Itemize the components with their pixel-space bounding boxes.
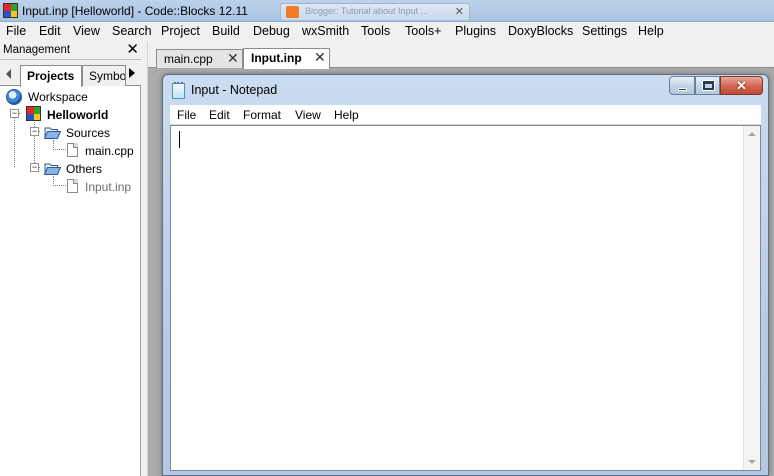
menu-project[interactable]: Project bbox=[161, 24, 200, 38]
notepad-text-area[interactable] bbox=[170, 125, 761, 471]
workspace-icon bbox=[6, 89, 22, 105]
menu-search[interactable]: Search bbox=[112, 24, 152, 38]
menu-build[interactable]: Build bbox=[212, 24, 240, 38]
tree-item-label: Helloworld bbox=[47, 108, 109, 122]
scroll-up-icon[interactable] bbox=[748, 132, 756, 136]
menu-debug[interactable]: Debug bbox=[253, 24, 290, 38]
menu-wxsmith[interactable]: wxSmith bbox=[302, 24, 349, 38]
tree-item-label: Sources bbox=[66, 126, 111, 140]
tab-label: Input.inp bbox=[251, 51, 302, 65]
close-icon[interactable]: ✕ bbox=[455, 5, 464, 18]
notepad-menu-view[interactable]: View bbox=[295, 108, 321, 122]
management-panel: Management ✕ Projects Symbo Workspace − bbox=[0, 42, 141, 476]
notepad-menu-help[interactable]: Help bbox=[334, 108, 359, 122]
codeblocks-logo-icon bbox=[3, 3, 18, 18]
notepad-menu-bar: File Edit Format View Help bbox=[170, 105, 761, 125]
menu-tools-plus[interactable]: Tools+ bbox=[405, 24, 441, 38]
background-browser-tab[interactable]: Blogger: Tutorial about Input ... ✕ bbox=[280, 3, 470, 20]
tab-input-inp[interactable]: Input.inp ✕ bbox=[243, 48, 330, 69]
minimize-button[interactable] bbox=[669, 76, 695, 95]
vertical-scrollbar[interactable] bbox=[743, 126, 760, 470]
tree-item-label: main.cpp bbox=[85, 144, 134, 158]
management-header: Management ✕ bbox=[0, 42, 141, 60]
close-icon: ✕ bbox=[736, 78, 747, 93]
tree-item-label: Workspace bbox=[28, 90, 88, 104]
arrow-left-icon[interactable] bbox=[6, 69, 11, 79]
project-icon bbox=[26, 106, 41, 121]
tree-item-workspace[interactable]: Workspace bbox=[0, 88, 141, 106]
notepad-window[interactable]: Input - Notepad ✕ File Edit Format View … bbox=[162, 74, 769, 476]
panel-splitter[interactable] bbox=[141, 42, 148, 476]
window-controls: ✕ bbox=[669, 76, 763, 95]
collapse-icon[interactable]: − bbox=[30, 127, 39, 136]
app-title-bar: Input.inp [Helloworld] - Code::Blocks 12… bbox=[0, 0, 774, 22]
management-tabs: Projects Symbo bbox=[0, 60, 141, 87]
tab-projects[interactable]: Projects bbox=[20, 65, 82, 87]
menu-view[interactable]: View bbox=[73, 24, 100, 38]
close-icon[interactable]: ✕ bbox=[126, 42, 139, 58]
notepad-icon bbox=[172, 82, 185, 99]
menu-help[interactable]: Help bbox=[638, 24, 664, 38]
collapse-icon[interactable]: − bbox=[30, 163, 39, 172]
tab-symbols[interactable]: Symbo bbox=[82, 65, 126, 86]
tree-item-label: Others bbox=[66, 162, 103, 176]
tree-item-input-inp[interactable]: Input.inp bbox=[0, 178, 141, 196]
minimize-icon bbox=[678, 88, 687, 91]
menu-file[interactable]: File bbox=[6, 24, 26, 38]
collapse-icon[interactable]: − bbox=[10, 109, 19, 118]
tree-item-label: Input.inp bbox=[85, 180, 132, 194]
scroll-down-icon[interactable] bbox=[748, 460, 756, 464]
menu-bar: File Edit View Search Project Build Debu… bbox=[0, 22, 774, 42]
tree-item-project[interactable]: − Helloworld bbox=[0, 106, 141, 124]
editor-tab-bar: main.cpp ✕ Input.inp ✕ bbox=[148, 42, 774, 69]
menu-doxyblocks[interactable]: DoxyBlocks bbox=[508, 24, 573, 38]
file-icon bbox=[67, 179, 78, 193]
arrow-right-icon[interactable] bbox=[129, 68, 135, 78]
project-tree: Workspace − Helloworld − Sources main.cp… bbox=[0, 86, 141, 476]
tab-main-cpp[interactable]: main.cpp ✕ bbox=[156, 49, 243, 68]
tree-item-others[interactable]: − Others bbox=[0, 160, 141, 178]
close-icon[interactable]: ✕ bbox=[314, 49, 326, 66]
folder-open-icon bbox=[44, 127, 61, 139]
notepad-menu-edit[interactable]: Edit bbox=[209, 108, 230, 122]
file-icon bbox=[67, 143, 78, 157]
management-title: Management bbox=[3, 44, 71, 56]
blogger-icon bbox=[286, 6, 299, 18]
window-title: Input.inp [Helloworld] - Code::Blocks 12… bbox=[22, 4, 248, 18]
menu-tools[interactable]: Tools bbox=[361, 24, 390, 38]
menu-settings[interactable]: Settings bbox=[582, 24, 627, 38]
menu-edit[interactable]: Edit bbox=[39, 24, 61, 38]
text-caret bbox=[179, 131, 180, 148]
notepad-title: Input - Notepad bbox=[191, 83, 278, 97]
maximize-icon bbox=[703, 81, 714, 90]
menu-plugins[interactable]: Plugins bbox=[455, 24, 496, 38]
tab-label: main.cpp bbox=[164, 52, 213, 66]
maximize-button[interactable] bbox=[695, 76, 720, 95]
background-browser-tab-label: Blogger: Tutorial about Input ... bbox=[305, 6, 429, 16]
notepad-menu-format[interactable]: Format bbox=[243, 108, 281, 122]
folder-open-icon bbox=[44, 163, 61, 175]
close-icon[interactable]: ✕ bbox=[227, 50, 239, 67]
tree-item-main-cpp[interactable]: main.cpp bbox=[0, 142, 141, 160]
notepad-menu-file[interactable]: File bbox=[177, 108, 196, 122]
tree-item-sources[interactable]: − Sources bbox=[0, 124, 141, 142]
close-button[interactable]: ✕ bbox=[720, 76, 763, 95]
